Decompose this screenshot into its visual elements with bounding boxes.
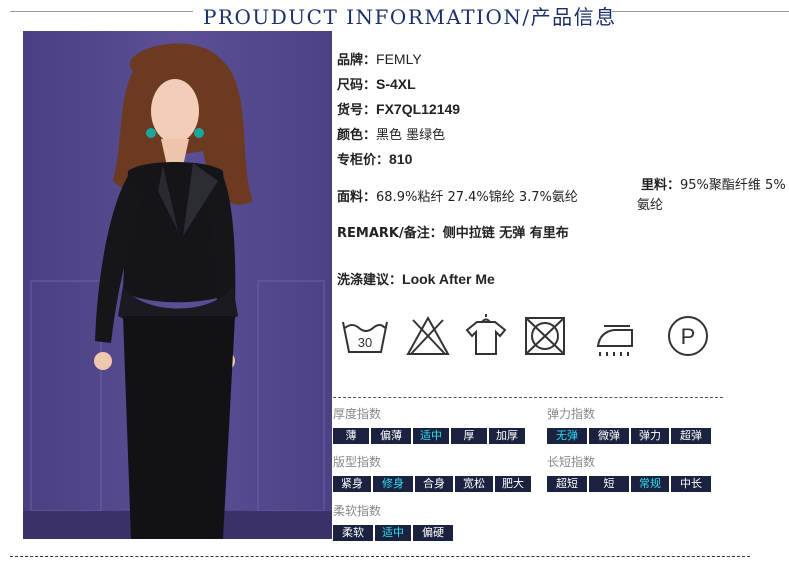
hang-dry-icon bbox=[465, 314, 507, 355]
size-row: 尺码：S-4XL bbox=[337, 74, 416, 93]
fit-scale: 紧身 修身 合身 宽松 肥大 bbox=[333, 476, 531, 492]
fabric-row: 面料：68.9%粘纤 27.4%锦纶 3.7%氨纶 bbox=[337, 186, 578, 205]
size-label: 尺码： bbox=[337, 78, 377, 93]
brand-row: 品牌：FEMLY bbox=[337, 49, 422, 68]
thickness-option: 偏薄 bbox=[371, 428, 411, 444]
no-tumble-dry-icon bbox=[525, 317, 565, 355]
color-row: 颜色：黑色 墨绿色 bbox=[337, 124, 445, 143]
length-option: 中长 bbox=[671, 476, 711, 492]
header-line-left bbox=[10, 11, 193, 12]
length-title: 长短指数 bbox=[547, 455, 596, 469]
fit-option: 合身 bbox=[415, 476, 453, 492]
info-divider bbox=[333, 397, 723, 398]
elasticity-option: 微弹 bbox=[589, 428, 629, 444]
fit-title: 版型指数 bbox=[333, 455, 382, 469]
thickness-title: 厚度指数 bbox=[333, 407, 382, 421]
price-label: 专柜价： bbox=[337, 153, 390, 168]
fabric-label: 面料： bbox=[337, 190, 377, 205]
softness-option: 柔软 bbox=[333, 525, 373, 541]
softness-option: 偏硬 bbox=[413, 525, 453, 541]
sku-label: 货号： bbox=[337, 103, 377, 118]
section-title: PROUDUCT INFORMATION/产品信息 bbox=[203, 5, 617, 29]
dry-clean-p-icon: P bbox=[668, 316, 708, 356]
brand-label: 品牌： bbox=[337, 53, 377, 68]
softness-scale: 柔软 适中 偏硬 bbox=[333, 525, 453, 541]
length-option: 短 bbox=[589, 476, 629, 492]
fit-option: 肥大 bbox=[495, 476, 531, 492]
thickness-scale: 薄 偏薄 适中 厚 加厚 bbox=[333, 428, 525, 444]
lining-value-line2: 氨纶 bbox=[637, 198, 664, 213]
iron-icon bbox=[596, 325, 633, 356]
brand-value: FEMLY bbox=[376, 51, 422, 67]
remark-row: REMARK/备注：侧中拉链 无弹 有里布 bbox=[337, 222, 569, 241]
sku-row: 货号：FX7QL12149 bbox=[337, 99, 460, 118]
length-scale: 超短 短 常规 中长 bbox=[547, 476, 711, 492]
color-label: 颜色： bbox=[337, 128, 377, 143]
fit-option-selected: 修身 bbox=[373, 476, 413, 492]
thickness-option: 薄 bbox=[333, 428, 369, 444]
lining-label: 里料： bbox=[641, 178, 681, 193]
thickness-option-selected: 适中 bbox=[413, 428, 449, 444]
sku-value: FX7QL12149 bbox=[376, 101, 461, 117]
lining-row: 里料：95%聚酯纤维 5% 氨纶 bbox=[637, 176, 786, 216]
elasticity-title: 弹力指数 bbox=[547, 407, 596, 421]
softness-option-selected: 适中 bbox=[375, 525, 411, 541]
remark-label: REMARK/备注： bbox=[337, 226, 443, 241]
price-value: 810 bbox=[389, 151, 413, 167]
lining-value-line1: 95%聚酯纤维 5% bbox=[680, 178, 786, 193]
fabric-value: 68.9%粘纤 27.4%锦纶 3.7%氨纶 bbox=[376, 190, 578, 205]
wash-value: Look After Me bbox=[402, 271, 495, 287]
model-illustration bbox=[23, 31, 332, 539]
dry-clean-letter: P bbox=[681, 324, 696, 349]
product-photo bbox=[23, 31, 332, 539]
length-option: 超短 bbox=[547, 476, 587, 492]
remark-value: 侧中拉链 无弹 有里布 bbox=[442, 226, 569, 241]
wash-30-icon: 30 bbox=[342, 321, 388, 353]
fit-option: 宽松 bbox=[455, 476, 493, 492]
price-row: 专柜价：810 bbox=[337, 149, 412, 168]
wash-temp-label: 30 bbox=[358, 335, 372, 350]
elasticity-scale: 无弹 微弹 弹力 超弹 bbox=[547, 428, 711, 444]
thickness-option: 厚 bbox=[451, 428, 487, 444]
fit-option: 紧身 bbox=[333, 476, 371, 492]
wash-label: 洗涤建议： bbox=[337, 273, 403, 288]
thickness-option: 加厚 bbox=[489, 428, 525, 444]
header-line-right bbox=[612, 11, 789, 12]
bottom-divider bbox=[10, 556, 750, 557]
no-bleach-icon bbox=[406, 315, 450, 355]
size-value: S-4XL bbox=[376, 76, 416, 92]
section-header: PROUDUCT INFORMATION/产品信息 bbox=[0, 0, 789, 29]
length-option-selected: 常规 bbox=[631, 476, 669, 492]
elasticity-option: 超弹 bbox=[671, 428, 711, 444]
softness-title: 柔软指数 bbox=[333, 504, 382, 518]
color-value: 黑色 墨绿色 bbox=[376, 128, 446, 143]
wash-row: 洗涤建议：Look After Me bbox=[337, 269, 495, 288]
elasticity-option-selected: 无弹 bbox=[547, 428, 587, 444]
elasticity-option: 弹力 bbox=[631, 428, 669, 444]
